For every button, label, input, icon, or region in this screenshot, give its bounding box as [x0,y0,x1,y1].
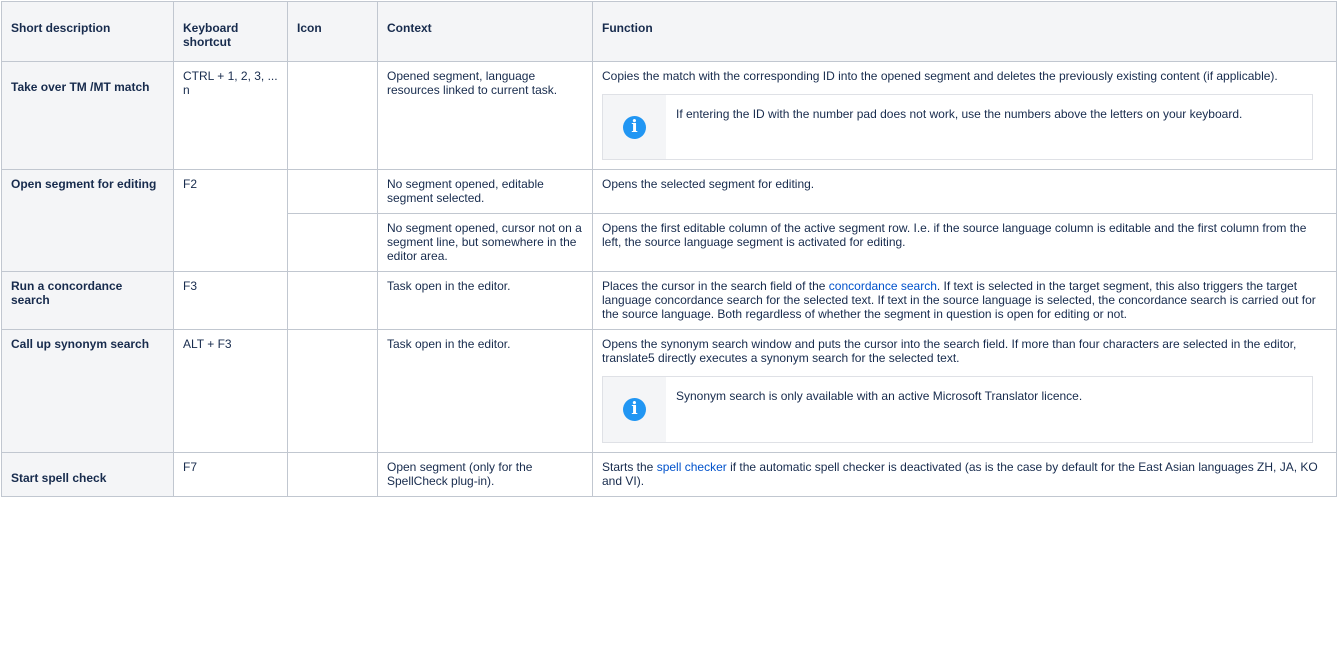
row-shortcut: ALT + F3 [173,329,288,453]
function-text-start: Starts the [602,460,657,474]
row-context: No segment opened, editable segment sele… [377,169,593,214]
row-context: Open segment (only for the SpellCheck pl… [377,452,593,497]
row-shortcut: F2 [173,169,288,272]
row-icon-cell [287,61,378,170]
row-icon-cell [287,271,378,330]
info-note-text: If entering the ID with the number pad d… [676,107,1243,121]
row-icon-cell [287,213,378,272]
row-function: Opens the selected segment for editing. [592,169,1337,214]
row-description: Start spell check [1,452,174,497]
table-row: Start spell check F7 Open segment (only … [1,452,1337,497]
info-note-text: Synonym search is only available with an… [676,389,1083,403]
row-description: Open segment for editing [1,169,174,272]
table-row: Take over TM /MT match CTRL + 1, 2, 3, .… [1,61,1337,170]
header-icon: Icon [287,1,378,62]
info-icon: i [623,115,646,139]
row-context: No segment opened, cursor not on a segme… [377,213,593,272]
table-row: Run a concordance search F3 Task open in… [1,271,1337,330]
row-shortcut: F7 [173,452,288,497]
row-function: Places the cursor in the search field of… [592,271,1337,330]
concordance-search-link[interactable]: concordance search [829,279,937,293]
info-note-icon-cell: i [603,95,666,159]
row-description: Run a concordance search [1,271,174,330]
row-shortcut: F3 [173,271,288,330]
info-note: i Synonym search is only available with … [602,376,1313,443]
row-context: Task open in the editor. [377,329,593,453]
row-icon-cell [287,169,378,214]
info-icon: i [623,398,646,421]
row-description: Take over TM /MT match [1,61,174,170]
header-context: Context [377,1,593,62]
row-function: Opens the synonym search window and puts… [592,329,1337,453]
info-note-icon-cell: i [603,377,666,442]
table-row: Call up synonym search ALT + F3 Task ope… [1,329,1337,453]
spell-checker-link[interactable]: spell checker [657,460,727,474]
function-text-start: Places the cursor in the search field of… [602,279,829,293]
row-icon-cell [287,452,378,497]
row-function: Copies the match with the corresponding … [592,61,1337,170]
header-row: Short description Keyboard shortcut Icon… [1,1,1337,62]
header-function: Function [592,1,1337,62]
row-context: Opened segment, language resources linke… [377,61,593,170]
row-function: Opens the first editable column of the a… [592,213,1337,272]
function-text: Copies the match with the corresponding … [602,69,1278,83]
row-context: Task open in the editor. [377,271,593,330]
keyboard-shortcuts-table: Short description Keyboard shortcut Icon… [1,1,1337,497]
row-icon-cell [287,329,378,453]
header-short-description: Short description [1,1,174,62]
info-note: i If entering the ID with the number pad… [602,94,1313,160]
row-shortcut: CTRL + 1, 2, 3, ... n [173,61,288,170]
table-row: Open segment for editing F2 No segment o… [1,169,1337,272]
row-function: Starts the spell checker if the automati… [592,452,1337,497]
function-text: Opens the synonym search window and puts… [602,337,1297,365]
header-keyboard-shortcut: Keyboard shortcut [173,1,288,62]
row-description: Call up synonym search [1,329,174,453]
